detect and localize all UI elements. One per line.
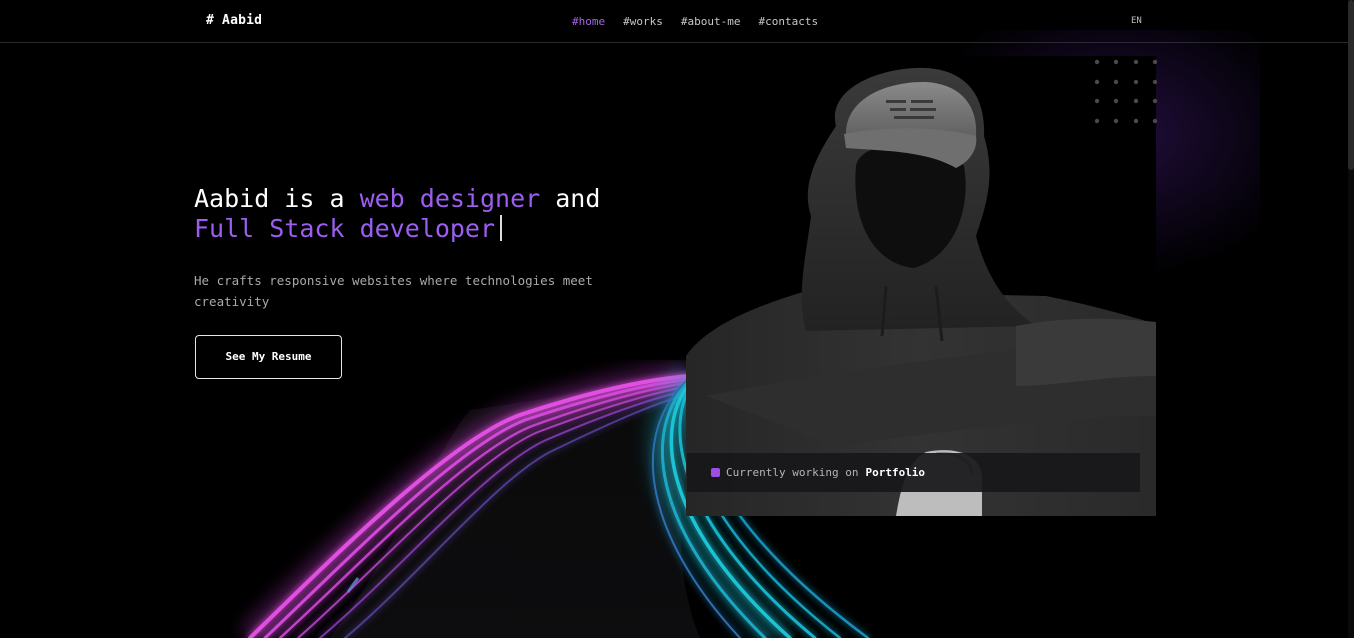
- square-bullet-icon: [711, 468, 720, 477]
- dot-grid-icon: [1094, 59, 1158, 124]
- language-selector[interactable]: EN: [1131, 16, 1142, 26]
- hero-subtitle: He crafts responsive websites where tech…: [194, 273, 593, 309]
- nav-link-contacts[interactable]: #contacts: [758, 15, 818, 28]
- page: # Aabid #home #works #about-me #contacts…: [0, 0, 1354, 638]
- site-logo[interactable]: # Aabid: [206, 13, 262, 28]
- main-nav: #home #works #about-me #contacts: [572, 15, 818, 28]
- scrollbar-thumb[interactable]: [1348, 0, 1354, 170]
- headline-line-1: Aabid is a web designer and: [194, 184, 600, 214]
- headline-highlight-full-stack: Full Stack developer: [194, 214, 496, 243]
- nav-link-about-me[interactable]: #about-me: [681, 15, 741, 28]
- headline-text-and: and: [540, 184, 601, 213]
- hooded-person-image: [686, 56, 1156, 516]
- headline-highlight-web-designer: web designer: [359, 184, 541, 213]
- scrollbar[interactable]: [1348, 0, 1354, 638]
- current-work-status: Currently working on Portfolio: [687, 453, 1140, 492]
- nav-link-home[interactable]: #home: [572, 15, 605, 28]
- typing-caret: [500, 215, 503, 241]
- see-resume-button[interactable]: See My Resume: [195, 335, 342, 379]
- headline-line-2: Full Stack developer: [194, 214, 600, 244]
- hero-headline: Aabid is a web designer and Full Stack d…: [194, 184, 600, 244]
- nav-link-works[interactable]: #works: [623, 15, 663, 28]
- headline-text-intro: Aabid is a: [194, 184, 360, 213]
- status-project-name: Portfolio: [865, 466, 926, 479]
- status-text: Currently working on: [726, 466, 859, 479]
